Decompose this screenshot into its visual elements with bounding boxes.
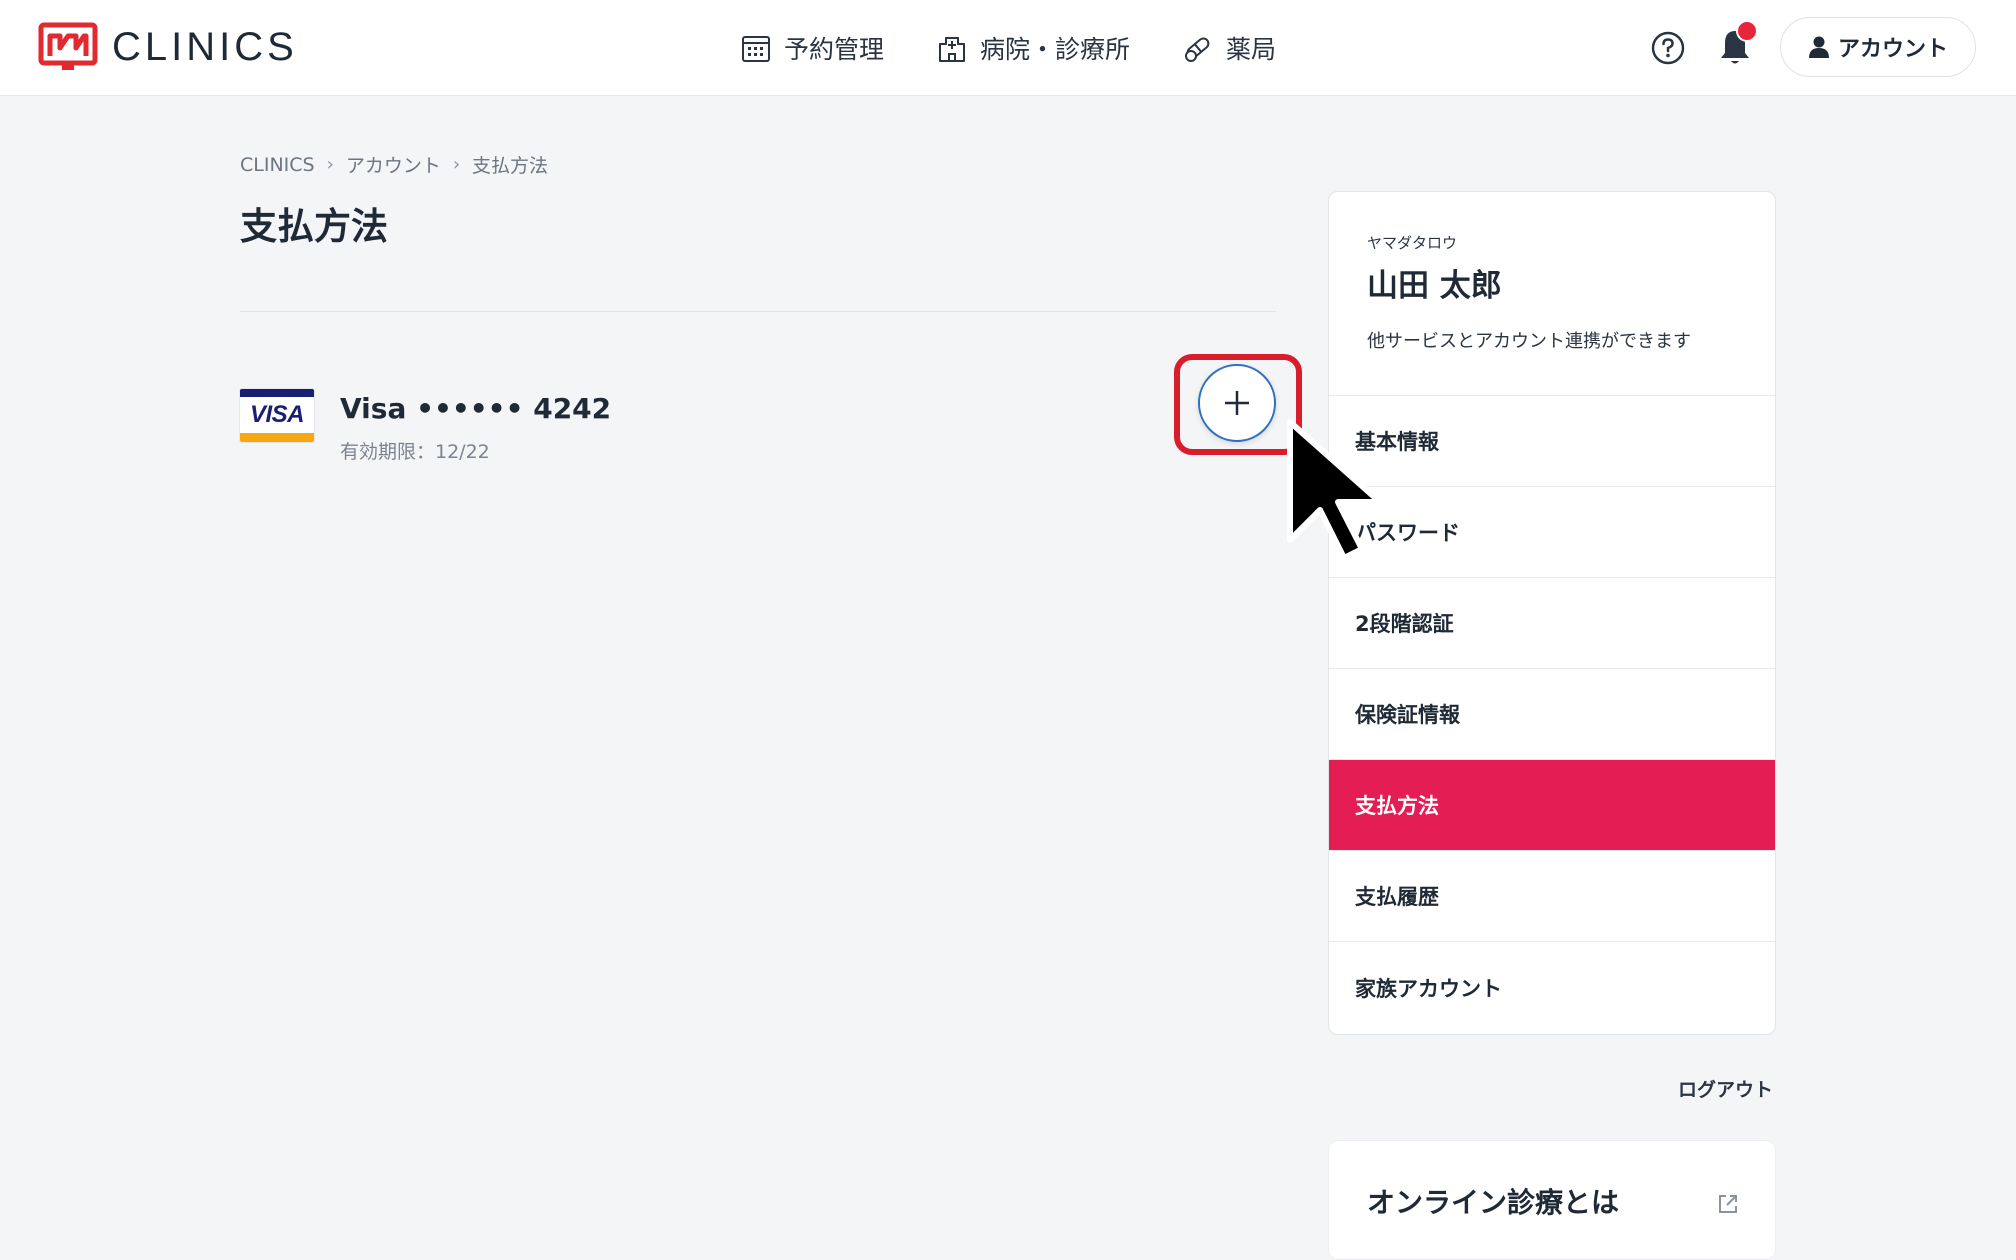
visa-brand-text: VISA <box>249 401 305 428</box>
account-label: アカウント <box>1837 37 1948 62</box>
menu-item-password[interactable]: パスワード <box>1329 487 1775 578</box>
account-link-note[interactable]: 他サービスとアカウント連携ができます <box>1367 327 1691 353</box>
notification-dot <box>1736 20 1758 42</box>
breadcrumb-item-home[interactable]: CLINICS <box>240 154 315 176</box>
logo-text: CLINICS <box>112 24 298 69</box>
chevron-right-icon: › <box>326 154 334 175</box>
pill-icon <box>1185 37 1210 62</box>
nav-label: 病院・診療所 <box>980 35 1131 64</box>
user-name: 山田 太郎 <box>1367 268 1502 304</box>
top-header: CLINICS 予約管理 病院・診療所 薬局 アカウント <box>0 0 2016 96</box>
add-payment-method-button[interactable] <box>1198 364 1276 442</box>
logout-link[interactable]: ログアウト <box>1678 1075 1773 1102</box>
card-name: Visa •••••• 4242 <box>340 392 612 425</box>
nav-label: 薬局 <box>1226 35 1277 64</box>
divider <box>240 311 1276 312</box>
menu-item-insurance[interactable]: 保険証情報 <box>1329 669 1775 760</box>
chevron-right-icon: › <box>452 154 461 175</box>
clinics-logo-mark-icon <box>38 22 98 70</box>
calendar-icon <box>742 36 770 62</box>
account-side-panel: ヤマダタロウ 山田 太郎 他サービスとアカウント連携ができます 基本情報 パスワ… <box>1328 191 1776 1035</box>
hospital-icon <box>939 37 966 62</box>
promo-title: オンライン診療とは <box>1367 1186 1620 1219</box>
plus-icon <box>1225 391 1249 415</box>
online-consultation-card[interactable]: オンライン診療とは <box>1328 1140 1776 1260</box>
menu-item-payment-methods[interactable]: 支払方法 <box>1329 760 1775 851</box>
breadcrumb-item-current: 支払方法 <box>472 155 549 177</box>
card-expiry: 有効期限：12/22 <box>340 441 490 463</box>
breadcrumb: CLINICS › アカウント › 支払方法 <box>240 151 548 178</box>
nav-reservations[interactable]: 予約管理 <box>740 30 884 66</box>
menu-item-basic-info[interactable]: 基本情報 <box>1329 396 1775 487</box>
account-button[interactable]: アカウント <box>1780 17 1976 77</box>
breadcrumb-item-account[interactable]: アカウント <box>346 151 441 178</box>
external-link-icon <box>1719 1195 1737 1213</box>
main-nav: 予約管理 病院・診療所 薬局 <box>740 24 1276 72</box>
user-name-kana: ヤマダタロウ <box>1367 234 1458 252</box>
help-circle-icon[interactable] <box>1650 30 1686 66</box>
menu-item-two-factor[interactable]: 2段階認証 <box>1329 578 1775 669</box>
profile-section: ヤマダタロウ 山田 太郎 他サービスとアカウント連携ができます <box>1329 192 1775 396</box>
nav-pharmacy[interactable]: 薬局 <box>1182 30 1276 66</box>
nav-label: 予約管理 <box>784 35 885 64</box>
page-title: 支払方法 <box>240 205 388 248</box>
nav-hospitals[interactable]: 病院・診療所 <box>936 30 1130 66</box>
clinics-logo[interactable]: CLINICS <box>38 20 298 74</box>
menu-item-family-accounts[interactable]: 家族アカウント <box>1329 942 1775 1033</box>
menu-item-payment-history[interactable]: 支払履歴 <box>1329 851 1775 942</box>
user-icon <box>1808 36 1829 58</box>
visa-card-icon: VISA <box>240 389 314 442</box>
